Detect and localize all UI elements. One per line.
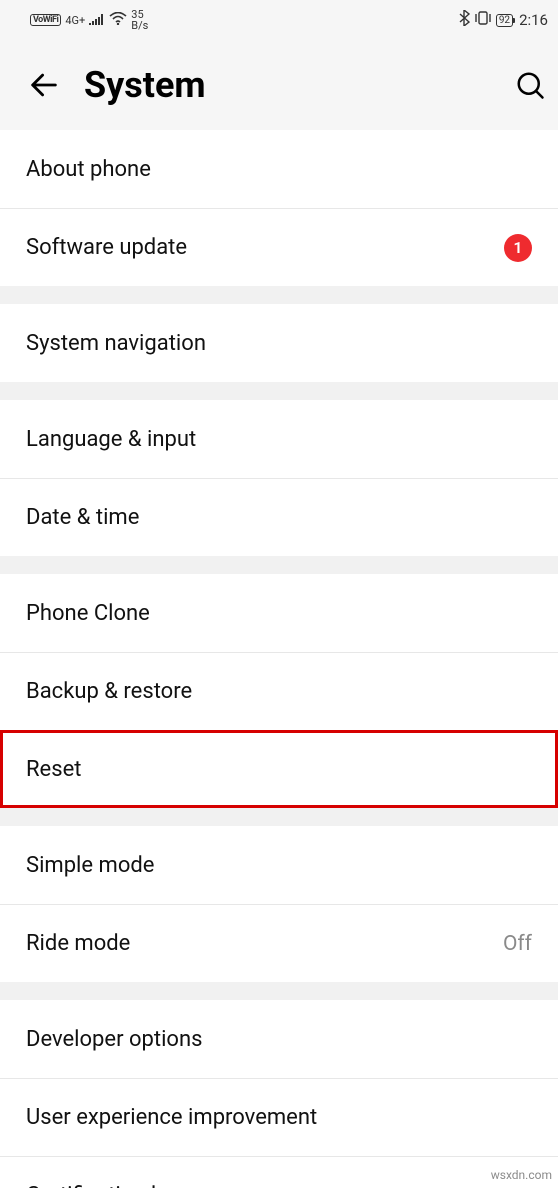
search-icon <box>515 70 545 100</box>
settings-list: About phone Software update 1 System naviga… <box>0 130 558 1188</box>
row-label: Backup & restore <box>26 679 192 704</box>
bluetooth-icon <box>459 10 470 30</box>
row-label: Language & input <box>26 427 196 452</box>
back-button[interactable] <box>22 63 66 107</box>
row-language-input[interactable]: Language & input <box>0 400 558 478</box>
settings-group: Language & input Date & time <box>0 400 558 556</box>
watermark: wsxdn.com <box>491 1168 552 1182</box>
row-label: Software update <box>26 235 187 260</box>
vowifi-badge: VoWiFi <box>30 14 61 26</box>
vibrate-icon <box>474 11 492 29</box>
row-simple-mode[interactable]: Simple mode <box>0 826 558 904</box>
status-bar: VoWiFi 4G+ 35 B/s 92 2:16 <box>0 0 558 40</box>
settings-group: Phone Clone Backup & restore Reset <box>0 574 558 808</box>
status-right: 92 2:16 <box>459 10 548 30</box>
row-certification-logos[interactable]: Certification logos <box>0 1156 558 1188</box>
clock: 2:16 <box>519 11 548 29</box>
speed-unit: B/s <box>131 20 148 31</box>
row-label: Simple mode <box>26 853 154 878</box>
row-phone-clone[interactable]: Phone Clone <box>0 574 558 652</box>
row-system-navigation[interactable]: System navigation <box>0 304 558 382</box>
row-label: About phone <box>26 157 151 182</box>
row-label: Reset <box>26 757 81 782</box>
settings-group: Developer options User experience improve… <box>0 1000 558 1188</box>
row-label: Developer options <box>26 1027 202 1052</box>
row-software-update[interactable]: Software update 1 <box>0 208 558 286</box>
arrow-left-icon <box>27 68 61 102</box>
row-label: Ride mode <box>26 931 130 956</box>
wifi-icon <box>109 11 127 29</box>
row-about-phone[interactable]: About phone <box>0 130 558 208</box>
network-type: 4G+ <box>65 15 85 26</box>
battery-icon: 92 <box>496 14 513 27</box>
row-label: System navigation <box>26 331 206 356</box>
search-button[interactable] <box>510 65 550 105</box>
row-date-time[interactable]: Date & time <box>0 478 558 556</box>
row-backup-restore[interactable]: Backup & restore <box>0 652 558 730</box>
settings-group: About phone Software update 1 <box>0 130 558 286</box>
row-label: Date & time <box>26 505 139 530</box>
row-developer-options[interactable]: Developer options <box>0 1000 558 1078</box>
row-ride-mode[interactable]: Ride mode Off <box>0 904 558 982</box>
notification-badge: 1 <box>504 234 532 262</box>
signal-icon <box>89 11 105 29</box>
status-left: VoWiFi 4G+ 35 B/s <box>30 9 148 31</box>
page-title: System <box>84 64 206 106</box>
settings-group: Simple mode Ride mode Off <box>0 826 558 982</box>
row-label: Certification logos <box>26 1183 205 1188</box>
header: System <box>0 40 558 130</box>
settings-group: System navigation <box>0 304 558 382</box>
row-value: Off <box>503 932 532 956</box>
row-label: Phone Clone <box>26 601 150 626</box>
row-label: User experience improvement <box>26 1105 317 1130</box>
row-reset[interactable]: Reset <box>0 730 558 808</box>
row-user-experience-improvement[interactable]: User experience improvement <box>0 1078 558 1156</box>
network-speed: 35 B/s <box>131 9 148 31</box>
